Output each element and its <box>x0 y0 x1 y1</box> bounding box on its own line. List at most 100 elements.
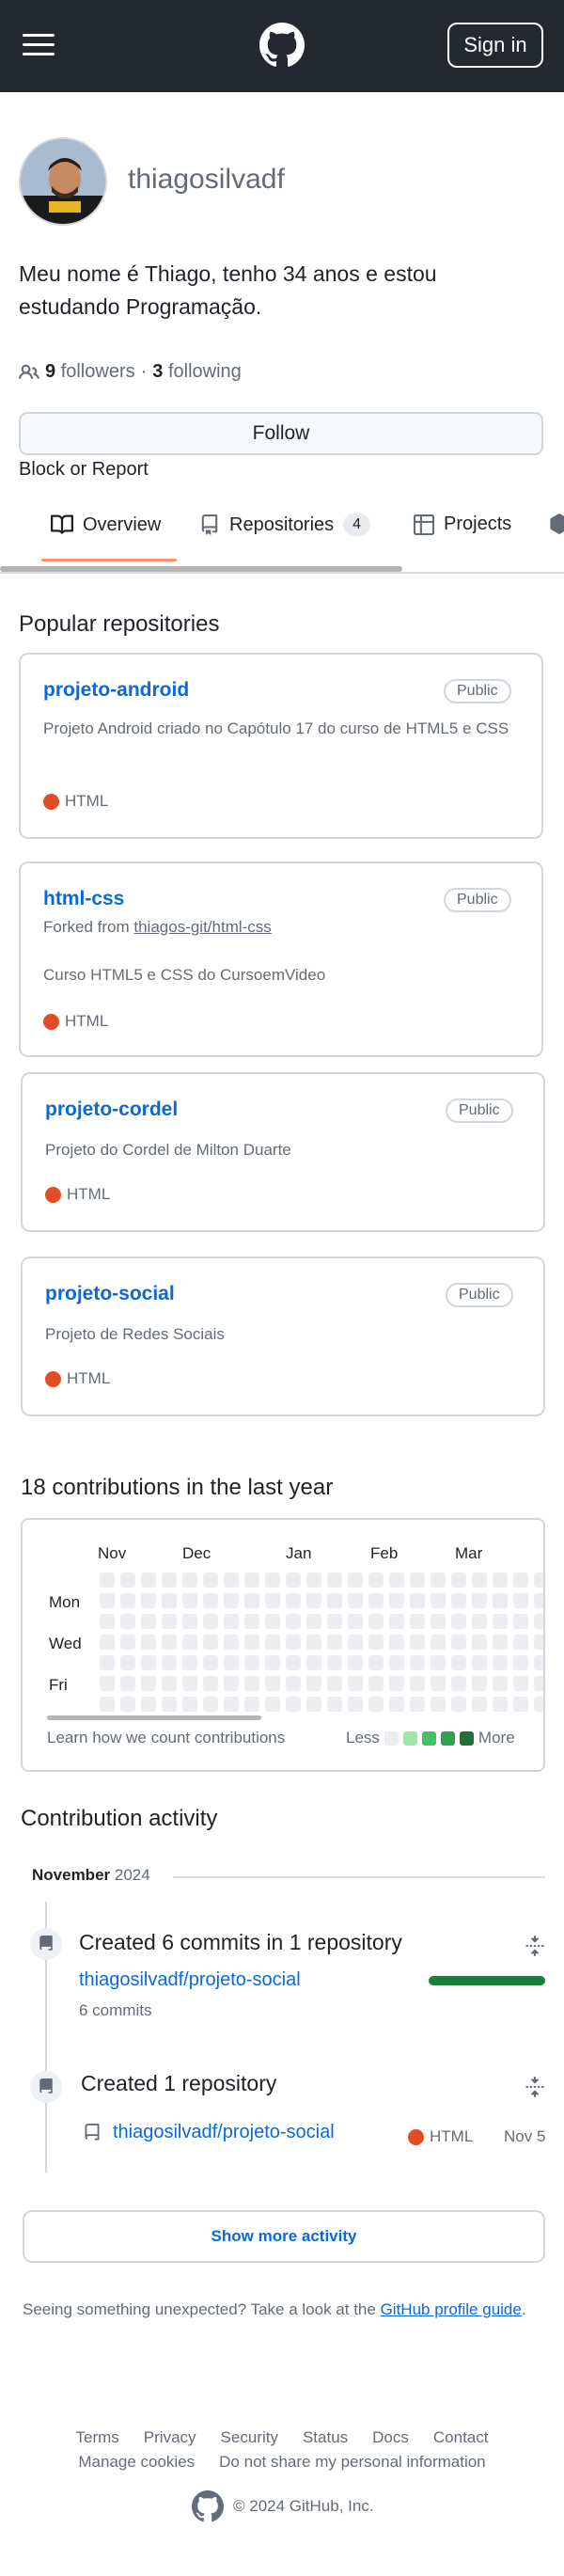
contribution-day-cell[interactable] <box>348 1655 363 1670</box>
contribution-day-cell[interactable] <box>141 1697 156 1712</box>
contribution-day-cell[interactable] <box>493 1635 508 1650</box>
contribution-day-cell[interactable] <box>389 1572 404 1588</box>
contribution-day-cell[interactable] <box>286 1572 301 1588</box>
contribution-day-cell[interactable] <box>286 1614 301 1629</box>
contribution-day-cell[interactable] <box>162 1593 177 1608</box>
contribution-day-cell[interactable] <box>306 1635 321 1650</box>
contribution-day-cell[interactable] <box>534 1655 543 1670</box>
following-link[interactable]: 3 following <box>152 361 242 383</box>
contribution-day-cell[interactable] <box>431 1676 446 1691</box>
contribution-day-cell[interactable] <box>100 1635 115 1650</box>
contribution-day-cell[interactable] <box>224 1593 239 1608</box>
contribution-day-cell[interactable] <box>162 1697 177 1712</box>
activity-new-repo-link[interactable]: thiagosilvadf/projeto-social <box>113 2122 335 2143</box>
contribution-day-cell[interactable] <box>224 1655 239 1670</box>
contribution-day-cell[interactable] <box>141 1676 156 1691</box>
contribution-day-cell[interactable] <box>410 1593 425 1608</box>
contribution-day-cell[interactable] <box>368 1614 384 1629</box>
contribution-day-cell[interactable] <box>162 1655 177 1670</box>
contribution-day-cell[interactable] <box>244 1572 259 1588</box>
footer-link-terms[interactable]: Terms <box>76 2428 119 2447</box>
contribution-day-cell[interactable] <box>120 1572 135 1588</box>
contribution-day-cell[interactable] <box>182 1572 197 1588</box>
contribution-day-cell[interactable] <box>451 1572 466 1588</box>
contribution-day-cell[interactable] <box>224 1572 239 1588</box>
contribution-day-cell[interactable] <box>141 1593 156 1608</box>
contribution-day-cell[interactable] <box>431 1655 446 1670</box>
contribution-day-cell[interactable] <box>431 1593 446 1608</box>
contribution-day-cell[interactable] <box>286 1676 301 1691</box>
contribution-day-cell[interactable] <box>306 1572 321 1588</box>
contribution-day-cell[interactable] <box>493 1697 508 1712</box>
contribution-day-cell[interactable] <box>389 1697 404 1712</box>
contribution-day-cell[interactable] <box>389 1655 404 1670</box>
contribution-day-cell[interactable] <box>162 1614 177 1629</box>
contribution-day-cell[interactable] <box>534 1572 543 1588</box>
contribution-day-cell[interactable] <box>306 1676 321 1691</box>
show-more-activity-button[interactable]: Show more activity <box>23 2210 545 2263</box>
contribution-day-cell[interactable] <box>451 1655 466 1670</box>
contribution-day-cell[interactable] <box>224 1635 239 1650</box>
contribution-day-cell[interactable] <box>410 1572 425 1588</box>
contribution-day-cell[interactable] <box>265 1697 280 1712</box>
contribution-day-cell[interactable] <box>513 1572 528 1588</box>
profile-guide-link[interactable]: GitHub profile guide <box>381 2300 522 2318</box>
contribution-day-cell[interactable] <box>327 1697 342 1712</box>
contribution-day-cell[interactable] <box>368 1697 384 1712</box>
contribution-day-cell[interactable] <box>472 1676 487 1691</box>
contribution-day-cell[interactable] <box>534 1697 543 1712</box>
contribution-day-cell[interactable] <box>265 1593 280 1608</box>
contribution-day-cell[interactable] <box>265 1614 280 1629</box>
contribution-day-cell[interactable] <box>224 1614 239 1629</box>
contribution-day-cell[interactable] <box>182 1593 197 1608</box>
contribution-day-cell[interactable] <box>534 1614 543 1629</box>
contribution-day-cell[interactable] <box>493 1614 508 1629</box>
contribution-day-cell[interactable] <box>431 1572 446 1588</box>
contribution-day-cell[interactable] <box>203 1635 218 1650</box>
tabs-scrollbar[interactable] <box>0 566 402 572</box>
contribution-day-cell[interactable] <box>306 1593 321 1608</box>
contribution-day-cell[interactable] <box>348 1614 363 1629</box>
contribution-day-cell[interactable] <box>120 1635 135 1650</box>
contribution-day-cell[interactable] <box>120 1614 135 1629</box>
contribution-day-cell[interactable] <box>348 1572 363 1588</box>
contribution-day-cell[interactable] <box>244 1614 259 1629</box>
avatar[interactable] <box>19 137 107 226</box>
contribution-day-cell[interactable] <box>120 1676 135 1691</box>
contribution-day-cell[interactable] <box>513 1593 528 1608</box>
contribution-day-cell[interactable] <box>451 1676 466 1691</box>
contribution-day-cell[interactable] <box>472 1635 487 1650</box>
contribution-day-cell[interactable] <box>368 1655 384 1670</box>
contribution-day-cell[interactable] <box>203 1614 218 1629</box>
contribution-day-cell[interactable] <box>327 1572 342 1588</box>
contribution-day-cell[interactable] <box>162 1572 177 1588</box>
contribution-day-cell[interactable] <box>327 1614 342 1629</box>
contribution-day-cell[interactable] <box>431 1635 446 1650</box>
contribution-day-cell[interactable] <box>389 1593 404 1608</box>
contribution-day-cell[interactable] <box>100 1614 115 1629</box>
contribution-day-cell[interactable] <box>451 1635 466 1650</box>
contribution-day-cell[interactable] <box>451 1593 466 1608</box>
contribution-day-cell[interactable] <box>410 1655 425 1670</box>
github-logo-icon[interactable] <box>259 23 305 68</box>
contribution-day-cell[interactable] <box>389 1676 404 1691</box>
contribution-day-cell[interactable] <box>141 1655 156 1670</box>
footer-link-manage-cookies[interactable]: Manage cookies <box>78 2453 195 2472</box>
footer-link-security[interactable]: Security <box>221 2428 278 2447</box>
contribution-day-cell[interactable] <box>286 1635 301 1650</box>
contribution-day-cell[interactable] <box>203 1676 218 1691</box>
contribution-day-cell[interactable] <box>120 1655 135 1670</box>
contribution-day-cell[interactable] <box>472 1655 487 1670</box>
contribution-day-cell[interactable] <box>100 1655 115 1670</box>
fold-icon[interactable] <box>525 2077 545 2097</box>
contribution-day-cell[interactable] <box>368 1676 384 1691</box>
contribution-day-cell[interactable] <box>265 1676 280 1691</box>
contribution-day-cell[interactable] <box>100 1697 115 1712</box>
activity-repo-link[interactable]: thiagosilvadf/projeto-social <box>79 1969 301 1991</box>
contribution-day-cell[interactable] <box>182 1635 197 1650</box>
contribution-day-cell[interactable] <box>472 1572 487 1588</box>
contribution-day-cell[interactable] <box>120 1593 135 1608</box>
contribution-day-cell[interactable] <box>368 1572 384 1588</box>
contribution-day-cell[interactable] <box>472 1614 487 1629</box>
activity-commit-count[interactable]: 6 commits <box>79 2001 151 2020</box>
